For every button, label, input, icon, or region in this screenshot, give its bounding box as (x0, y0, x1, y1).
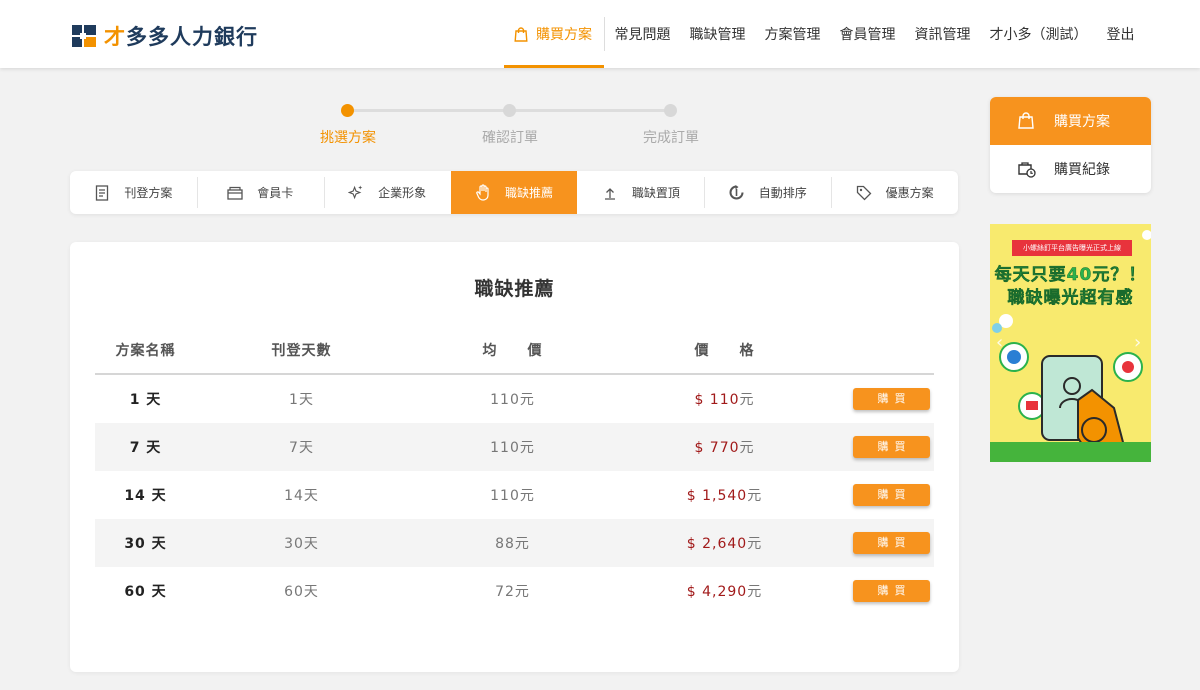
table-row: 1 天 1天 110元 $ 110元 購買 (95, 375, 934, 423)
nav-faq[interactable]: 常見問題 (605, 0, 680, 68)
upload-icon (602, 185, 618, 201)
carousel-next-icon[interactable]: › (1134, 332, 1141, 353)
main-nav: 購買方案 常見問題 職缺管理 方案管理 會員管理 資訊管理 才小多（測試） 登出 (504, 0, 1144, 68)
col-days: 刊登天數 (271, 342, 332, 359)
sparkle-icon (348, 185, 364, 201)
step-label-select: 挑選方案 (320, 130, 376, 146)
nav-info-management[interactable]: 資訊管理 (905, 0, 980, 68)
plan-name: 30 天 (124, 536, 167, 552)
col-avg-price: 均 價 (482, 342, 543, 359)
plan-days: 14天 (284, 488, 319, 504)
side-item-purchase-history[interactable]: 購買紀錄 (990, 145, 1151, 193)
nav-purchase-plans[interactable]: 購買方案 (504, 0, 604, 68)
table-row: 60 天 60天 72元 $ 4,290元 購買 (95, 567, 934, 615)
buy-button[interactable]: 購買 (853, 484, 930, 506)
shopping-bag-icon (514, 26, 528, 42)
col-price: 價 格 (694, 342, 755, 359)
step-dot-confirm (503, 104, 516, 117)
side-menu: 購買方案 購買紀錄 (990, 97, 1151, 193)
plan-card: 職缺推薦 方案名稱 刊登天數 均 價 價 格 1 天 1天 110元 $ 110… (70, 242, 959, 672)
plan-days: 1天 (289, 392, 314, 408)
plan-name: 14 天 (124, 488, 167, 504)
logo-icon (72, 24, 96, 48)
buy-button[interactable]: 購買 (853, 580, 930, 602)
nav-member-management[interactable]: 會員管理 (830, 0, 905, 68)
buy-cell: 購買 (831, 436, 934, 458)
plan-price: $ 770元 (694, 440, 755, 456)
nav-logout[interactable]: 登出 (1097, 0, 1144, 68)
plan-avg-price: 72元 (495, 584, 530, 600)
buy-button[interactable]: 購買 (853, 532, 930, 554)
plan-avg-price: 110元 (490, 440, 535, 456)
table-header: 方案名稱 刊登天數 均 價 價 格 (95, 326, 934, 375)
top-header: 才多多人力銀行 購買方案 常見問題 職缺管理 方案管理 會員管理 資訊管理 才小… (0, 0, 1200, 68)
side-item-purchase-plans[interactable]: 購買方案 (990, 97, 1151, 145)
plan-table: 方案名稱 刊登天數 均 價 價 格 1 天 1天 110元 $ 110元 購買 … (95, 326, 934, 615)
plan-days: 7天 (289, 440, 314, 456)
buy-cell: 購買 (831, 580, 934, 602)
table-row: 7 天 7天 110元 $ 770元 購買 (95, 423, 934, 471)
step-label-complete: 完成訂單 (643, 130, 699, 146)
refresh-icon (729, 185, 745, 201)
tab-auto-sort[interactable]: 自動排序 (704, 171, 831, 214)
plan-price: $ 110元 (694, 392, 755, 408)
plan-name: 1 天 (129, 392, 162, 408)
nav-plan-management[interactable]: 方案管理 (755, 0, 830, 68)
buy-cell: 購買 (831, 484, 934, 506)
card-icon (227, 185, 243, 201)
buy-button[interactable]: 購買 (853, 436, 930, 458)
ad-ground (990, 442, 1151, 462)
tab-member-card[interactable]: 會員卡 (196, 171, 324, 214)
buy-cell: 購買 (831, 388, 934, 410)
hand-icon (475, 184, 491, 201)
order-history-icon (1018, 160, 1036, 178)
plan-name: 7 天 (129, 440, 162, 456)
plan-title: 職缺推薦 (474, 278, 555, 300)
document-icon (94, 184, 110, 201)
tab-corporate-image[interactable]: 企業形象 (323, 171, 451, 214)
brand-name: 才多多人力銀行 (104, 25, 258, 49)
table-row: 14 天 14天 110元 $ 1,540元 購買 (95, 471, 934, 519)
promo-ad-carousel[interactable]: 小螺絲釘平台廣告曝光正式上線 每天只要40元？！ 職缺曝光超有感 ‹ › (990, 224, 1151, 462)
tab-discount-plans[interactable]: 優惠方案 (831, 171, 958, 214)
tab-job-pin-top[interactable]: 職缺置頂 (577, 171, 704, 214)
plan-avg-price: 110元 (490, 488, 535, 504)
step-dot-select (341, 104, 354, 117)
nav-user-account[interactable]: 才小多（測試） (980, 0, 1097, 68)
shopping-bag-icon (1018, 112, 1036, 130)
step-dot-complete (664, 104, 677, 117)
category-tabs: 刊登方案 會員卡 企業形象 職缺推薦 職缺置頂 自動排序 優惠方案 (70, 171, 958, 214)
plan-price: $ 4,290元 (686, 584, 763, 600)
tag-icon (856, 185, 872, 201)
plan-name: 60 天 (124, 584, 167, 600)
table-row: 30 天 30天 88元 $ 2,640元 購買 (95, 519, 934, 567)
col-plan-name: 方案名稱 (115, 342, 176, 359)
tab-posting-plans[interactable]: 刊登方案 (70, 171, 197, 214)
step-label-confirm: 確認訂單 (482, 130, 538, 146)
ad-illustration (992, 230, 1151, 462)
plan-price: $ 1,540元 (686, 488, 763, 504)
plan-avg-price: 88元 (495, 536, 530, 552)
nav-job-management[interactable]: 職缺管理 (680, 0, 755, 68)
tab-job-recommendation[interactable]: 職缺推薦 (450, 171, 578, 214)
plan-price: $ 2,640元 (686, 536, 763, 552)
buy-button[interactable]: 購買 (853, 388, 930, 410)
brand-logo[interactable]: 才多多人力銀行 (72, 21, 258, 51)
plan-avg-price: 110元 (490, 392, 535, 408)
plan-days: 60天 (284, 584, 319, 600)
carousel-prev-icon[interactable]: ‹ (996, 332, 1003, 353)
plan-days: 30天 (284, 536, 319, 552)
buy-cell: 購買 (831, 532, 934, 554)
